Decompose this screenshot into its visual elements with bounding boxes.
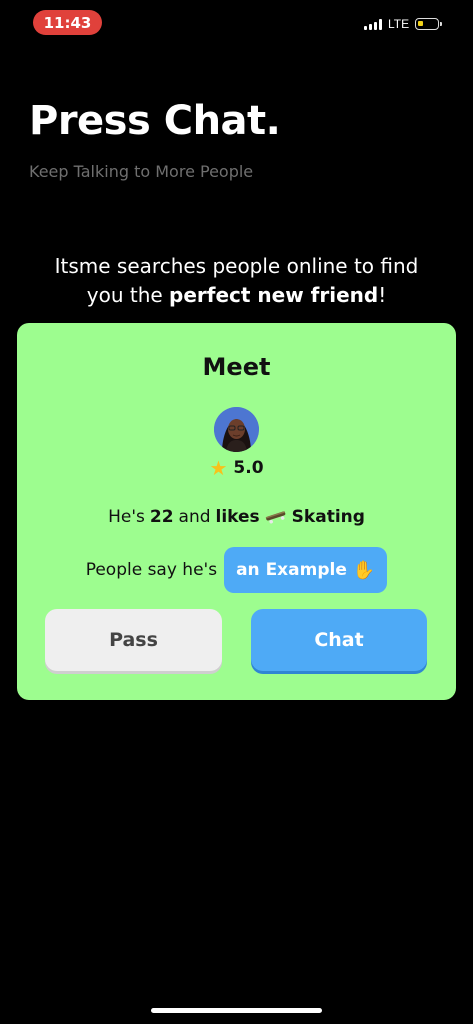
trait-badge[interactable]: an Example ✋ <box>224 547 388 593</box>
intro-text: Itsme searches people online to find you… <box>0 252 473 310</box>
page-subtitle: Keep Talking to More People <box>29 162 254 181</box>
bio-prefix: He's <box>108 507 145 527</box>
card-heading: Meet <box>202 353 271 381</box>
people-say-row: People say he's an Example ✋ <box>17 547 456 593</box>
page-title: Press Chat. <box>29 98 281 144</box>
intro-line-2-suffix: ! <box>378 283 387 307</box>
bio-hobby: Skating <box>291 507 365 527</box>
star-icon: ★ <box>209 456 228 480</box>
people-say-label: People say he's <box>85 560 218 580</box>
battery-icon <box>415 18 443 30</box>
chat-button[interactable]: Chat <box>251 609 427 671</box>
cellular-signal-icon <box>364 18 382 30</box>
status-time: 11:43 <box>33 10 102 35</box>
home-indicator[interactable] <box>151 1008 322 1013</box>
pass-button[interactable]: Pass <box>45 609 222 671</box>
intro-highlight: perfect new friend <box>169 283 379 307</box>
user-avatar-icon <box>214 407 259 452</box>
rating: ★ 5.0 <box>17 458 456 478</box>
intro-line-2: you the perfect new friend! <box>0 281 473 310</box>
match-card: Meet ★ 5.0 He's 22 and likes Skating Peo… <box>17 323 456 700</box>
status-time-text: 11:43 <box>43 13 92 32</box>
intro-line-1: Itsme searches people online to find <box>54 254 419 278</box>
bio-line: He's 22 and likes Skating <box>17 507 456 527</box>
intro-line-2-prefix: you the <box>86 283 170 307</box>
bio-age: 22 <box>149 507 174 527</box>
bio-and: and <box>178 507 211 527</box>
skateboard-icon <box>265 511 285 524</box>
network-type: LTE <box>388 17 410 31</box>
avatar[interactable] <box>214 407 259 452</box>
waving-hand-icon: ✋ <box>352 559 376 581</box>
bio-likes: likes <box>215 507 260 527</box>
status-indicators: LTE <box>364 16 443 32</box>
trait-label: an Example <box>236 560 347 580</box>
rating-value: 5.0 <box>233 458 264 478</box>
